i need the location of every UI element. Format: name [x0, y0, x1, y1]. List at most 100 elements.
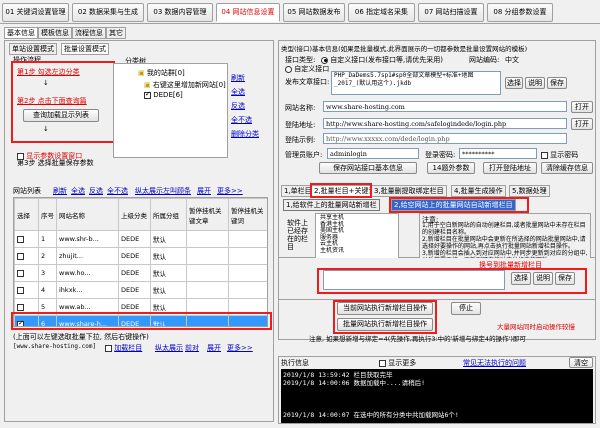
- info-tab-batch-bind[interactable]: 3,批量删提取绑定栏目: [371, 185, 447, 197]
- row-checkbox[interactable]: [17, 235, 24, 243]
- table-row[interactable]: 2 zhujit... DEDE 默认: [14, 247, 267, 265]
- row-checkbox[interactable]: [17, 303, 24, 311]
- select-button[interactable]: 选择: [511, 272, 531, 285]
- info-tab-batch-keyword[interactable]: 2,批量栏目+关键词: [311, 185, 379, 197]
- row-checkbox[interactable]: [17, 252, 24, 260]
- publish-file-field[interactable]: PHP_DaDems5.7sp1#sp0全部文章模型+标准+地图_2017_(默…: [331, 71, 501, 95]
- open-site-button[interactable]: 打开: [571, 101, 593, 113]
- tree-select-none-link[interactable]: 全不选: [231, 115, 252, 125]
- row-checkbox[interactable]: [17, 286, 24, 294]
- load-column-checkbox[interactable]: [105, 344, 112, 352]
- bottom-expand-link[interactable]: 展开: [207, 343, 221, 353]
- stop-button[interactable]: 停止: [451, 302, 481, 315]
- list-select-none-link[interactable]: 全不选: [107, 186, 128, 196]
- run-current-button[interactable]: 当前网站执行新增栏目操作: [337, 302, 433, 315]
- tab-batch-mode[interactable]: 批量设置模式: [61, 43, 109, 55]
- subtab-template[interactable]: 模板信息: [38, 27, 72, 39]
- show-password-checkbox[interactable]: [541, 151, 548, 159]
- info-tab-data[interactable]: 5,数据处理: [509, 185, 550, 197]
- step2-link[interactable]: 第2步 点击下面查询篇: [17, 96, 87, 106]
- tab-site-scan[interactable]: 07 网站扫描设置: [418, 3, 484, 22]
- tree-delete-category-link[interactable]: 删除分类: [231, 129, 259, 139]
- show-more-option[interactable]: 显示更多: [379, 358, 416, 368]
- tab-keyword-settings[interactable]: 01 关键词设置管理: [2, 3, 69, 22]
- list-invert-link[interactable]: 反选: [89, 186, 103, 196]
- row-checkbox-cell[interactable]: [14, 281, 39, 299]
- tab-domain-collect[interactable]: 06 指定域名采集: [348, 3, 415, 22]
- column-list[interactable]: 共享主机 香港主机 美国主机 服务器 云主机 主机资讯: [315, 213, 399, 259]
- site-table[interactable]: 选择 序号 网站名称 上级分类 所属分组 暂停挂机关键文章 暂停挂机关键词 1w…: [13, 197, 268, 327]
- save-basic-info-button[interactable]: 保存网站接口基本信息: [319, 162, 417, 174]
- show-password-option[interactable]: 显示密码: [541, 150, 578, 160]
- load-column-option[interactable]: 加载栏目: [105, 343, 142, 353]
- tree-root[interactable]: ▣ 我的站群[0]: [138, 68, 185, 78]
- subtab-basic[interactable]: 基本信息: [4, 27, 38, 39]
- radio-custom-on[interactable]: [321, 56, 328, 64]
- subtab-auto-add[interactable]: 2,给空网站上的批量网站自动新增栏目: [391, 199, 516, 211]
- show-param-option[interactable]: 显示参数设置窗口: [17, 151, 82, 161]
- site-name-field[interactable]: www.share-hosting.com: [323, 101, 567, 112]
- row-checkbox[interactable]: [17, 319, 24, 326]
- list-vertical-link[interactable]: 纵太展示: [135, 186, 163, 196]
- info-tab-batch-generate[interactable]: 4,批量生成操作: [451, 185, 506, 197]
- step1-link[interactable]: 第1步 勾选左边分类: [17, 67, 80, 77]
- table-row[interactable]: 3 www.ho... DEDE 默认: [14, 264, 267, 282]
- show-param-checkbox[interactable]: [17, 152, 24, 160]
- log-console[interactable]: 2019/1/8 13:59:42 栏目获取完毕 2019/1/8 14:00:0…: [281, 369, 593, 423]
- row-checkbox-cell[interactable]: [14, 230, 39, 248]
- tab-data-collect[interactable]: 02 数据采集与生成: [72, 3, 144, 22]
- table-row[interactable]: 5 www.ab... DEDE 默认: [14, 298, 267, 316]
- subtab-flow[interactable]: 流程信息: [72, 27, 106, 39]
- batch-add-link[interactable]: 换号到批量新增栏目: [479, 260, 542, 270]
- save-file-button[interactable]: 保存: [547, 77, 567, 89]
- show-more-checkbox[interactable]: [379, 359, 386, 367]
- common-issues-link[interactable]: 常见无法执行的问题: [463, 358, 526, 368]
- tree-dede[interactable]: DEDE[6]: [144, 90, 183, 99]
- tree-select-all-link[interactable]: 全选: [231, 87, 245, 97]
- tab-single-mode[interactable]: 单站设置模式: [9, 43, 57, 55]
- tab-site-publish[interactable]: 05 网站数据发布: [283, 3, 345, 22]
- list-left-link[interactable]: 左叫顾条: [163, 186, 191, 196]
- tree-refresh-link[interactable]: 刷新: [231, 73, 245, 83]
- tab-data-content[interactable]: 03 数据内容管理: [147, 3, 213, 22]
- select-file-button[interactable]: 选择: [505, 77, 523, 89]
- new-column-input[interactable]: [323, 270, 505, 290]
- row-checkbox[interactable]: [17, 269, 24, 277]
- row-checkbox-cell[interactable]: [14, 298, 39, 316]
- bottom-prev-link[interactable]: 前对: [185, 343, 199, 353]
- run-batch-button[interactable]: 批量网站执行新增栏目操作: [337, 318, 433, 331]
- tab-group-params[interactable]: 08 分组参数设置: [487, 3, 553, 22]
- password-field[interactable]: **********: [459, 148, 537, 159]
- info-tab-single[interactable]: 1,单栏目: [281, 185, 315, 197]
- table-row[interactable]: 4 ihkxk... DEDE 默认: [14, 281, 267, 299]
- row-checkbox-cell[interactable]: [14, 264, 39, 282]
- admin-user-field[interactable]: adminlogin: [327, 148, 419, 159]
- radio-custom-interface-2[interactable]: 自定义接口: [285, 64, 329, 74]
- tab-site-info[interactable]: 04 网站信息设置: [216, 3, 280, 22]
- column-item[interactable]: 主机资讯: [320, 247, 394, 255]
- bottom-more-link[interactable]: 更多>>: [227, 343, 253, 353]
- open-login-url-button[interactable]: 打开登陆地址: [483, 162, 537, 174]
- subtab-soft-add[interactable]: 1,给软件上的批量网站新增栏: [283, 199, 380, 211]
- list-more-link[interactable]: 更多>>: [217, 186, 243, 196]
- radio-custom-interface[interactable]: 自定义接口(发布接口等,请优先采用): [321, 55, 443, 65]
- table-row[interactable]: 1 www.shr-b... DEDE 默认: [14, 230, 267, 248]
- list-refresh-link[interactable]: 刷新: [53, 186, 67, 196]
- subtab-other[interactable]: 其它: [106, 27, 126, 39]
- list-select-all-link[interactable]: 全选: [71, 186, 85, 196]
- category-tree[interactable]: ▣ 我的站群[0] ▣ 右键这里增加新网站[0] DEDE[6]: [113, 63, 228, 158]
- tree-invert-link[interactable]: 反选: [231, 101, 245, 111]
- save-button[interactable]: 保存: [555, 272, 575, 285]
- table-row[interactable]: 6www.share-h...DEDE默认: [14, 315, 267, 326]
- radio-custom-off[interactable]: [285, 65, 292, 73]
- row-checkbox-cell[interactable]: [14, 315, 39, 326]
- bottom-vertical-link[interactable]: 纵太展示: [155, 343, 183, 353]
- login-url-field[interactable]: http://www.share-hosting.com/safeloginde…: [323, 118, 567, 129]
- login-example-field[interactable]: http://www.xxxxx.com/dede/login.php: [323, 133, 567, 144]
- clear-cache-button[interactable]: 清除缓存信息: [541, 162, 593, 174]
- tree-add-site[interactable]: ▣ 右键这里增加新网站[0]: [144, 80, 226, 90]
- dede-checkbox[interactable]: [144, 90, 151, 99]
- open-login-button[interactable]: 打开: [571, 118, 593, 130]
- extra-params-button[interactable]: 14题外参数: [427, 162, 475, 174]
- list-expand-link[interactable]: 展开: [197, 186, 211, 196]
